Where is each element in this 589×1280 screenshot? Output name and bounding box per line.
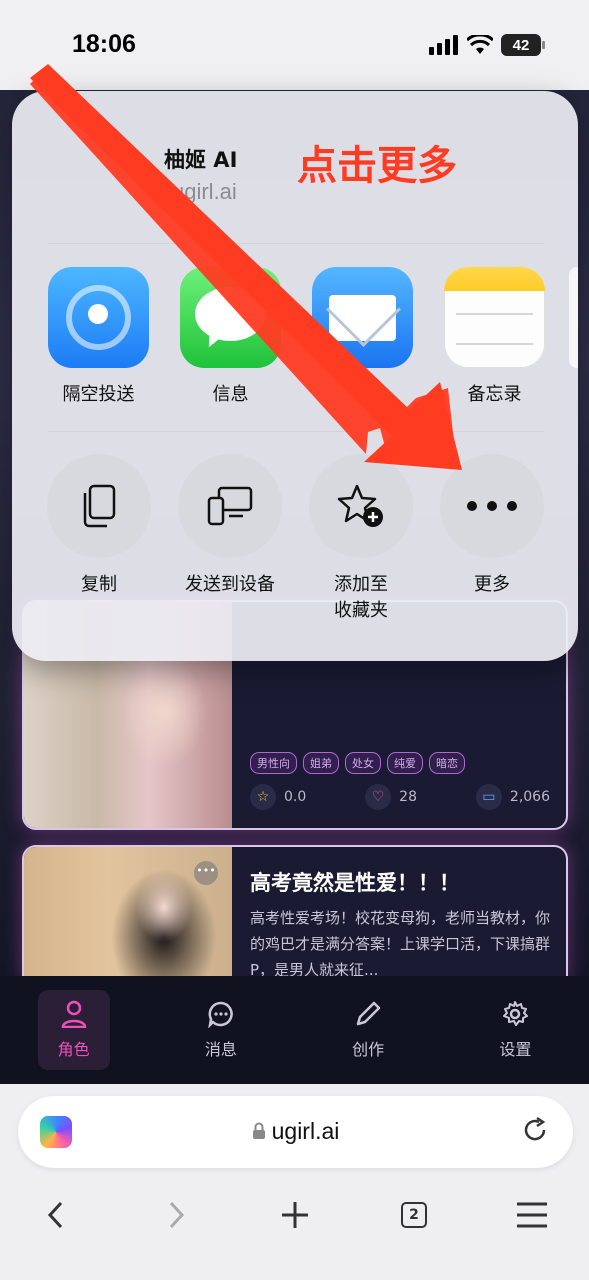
pencil-icon — [356, 1001, 381, 1026]
tabs-button[interactable]: 2 — [401, 1202, 427, 1228]
share-app-peek[interactable] — [569, 267, 578, 368]
share-app-airdrop[interactable]: 隔空投送 — [48, 267, 149, 405]
comments-stat[interactable]: ▭ 2,066 — [475, 784, 550, 810]
action-label: 复制 — [81, 574, 117, 595]
action-label: 添加至 收藏夹 — [334, 572, 388, 624]
heart-icon: ♡ — [365, 784, 392, 810]
share-app-row: 隔空投送 信息 备忘录 — [48, 267, 545, 405]
tag: 男性向 — [250, 752, 297, 774]
tab-label: 创作 — [352, 1040, 385, 1059]
messages-icon — [180, 267, 281, 368]
share-app-notes[interactable]: 备忘录 — [444, 267, 545, 405]
lock-icon — [252, 1122, 265, 1139]
tab-messages[interactable]: 消息 — [185, 990, 257, 1070]
airdrop-icon — [48, 267, 149, 368]
share-title: 柚姬 AI — [164, 148, 238, 172]
rating-stat: ☆ 0.0 — [250, 784, 306, 810]
star-icon: ☆ — [250, 784, 276, 810]
tag: 姐弟 — [303, 752, 339, 774]
divider — [48, 243, 544, 244]
status-icons: 42 — [429, 34, 545, 56]
share-sheet: 柚姬 AI ugirl.ai 点击更多 隔空投送 信息 备忘录 复制 发送到设备… — [12, 91, 578, 661]
tab-label: 角色 — [57, 1040, 90, 1059]
menu-icon[interactable] — [516, 1190, 548, 1242]
wifi-icon — [467, 35, 493, 54]
more-icon — [440, 454, 544, 558]
card-stats: ☆ 0.0 ♡ 28 ▭ 2,066 — [250, 784, 550, 810]
app-label: 隔空投送 — [62, 384, 135, 405]
character-card[interactable]: ••• 高考竟然是性爱！！！ 高考性爱考场！校花变母狗，老师当教材，你的鸡巴才是… — [22, 845, 568, 980]
tab-characters[interactable]: 角色 — [37, 990, 110, 1070]
tag: 纯爱 — [387, 752, 423, 774]
app-tab-bar: 角色 消息 创作 设置 — [0, 976, 589, 1084]
cellular-signal-icon — [429, 35, 458, 55]
tab-create[interactable]: 创作 — [332, 990, 404, 1070]
gear-icon — [503, 1001, 529, 1026]
rating-value: 0.0 — [284, 789, 307, 805]
add-favorite-icon — [309, 454, 413, 558]
forward-icon[interactable] — [166, 1190, 186, 1244]
chat-icon — [208, 1001, 233, 1028]
share-app-messages[interactable]: 信息 — [180, 267, 281, 405]
browser-bottom-bar: ugirl.ai 2 — [0, 1084, 589, 1280]
more-options-icon[interactable]: ••• — [194, 861, 218, 885]
comments-value: 2,066 — [509, 789, 550, 805]
tab-settings[interactable]: 设置 — [479, 990, 551, 1070]
tab-label: 消息 — [204, 1040, 237, 1059]
copy-icon — [47, 454, 151, 558]
send-to-device-icon — [178, 454, 282, 558]
annotation-text: 点击更多 — [297, 143, 457, 189]
battery-icon: 42 — [501, 34, 545, 56]
action-add-favorite[interactable]: 添加至 收藏夹 — [309, 454, 413, 624]
app-label: 备忘录 — [467, 384, 522, 405]
share-app-mail[interactable] — [312, 267, 413, 404]
mail-icon — [312, 267, 413, 368]
url: ugirl.ai — [271, 1118, 340, 1144]
action-send-to-device[interactable]: 发送到设备 — [178, 454, 282, 624]
status-bar: 18:06 42 — [0, 0, 589, 90]
browser-toolbar: 2 — [0, 1190, 589, 1240]
card-description: 高考性爱考场！校花变母狗，老师当教材，你的鸡巴才是满分答案！上课学口活，下课搞群… — [250, 909, 551, 979]
back-icon[interactable] — [46, 1190, 66, 1244]
app-label: 信息 — [212, 384, 249, 405]
likes-value: 28 — [399, 789, 417, 805]
divider — [48, 431, 544, 432]
notes-icon — [444, 267, 545, 368]
reload-icon[interactable] — [521, 1116, 549, 1151]
action-label-line: 添加至 — [334, 574, 388, 595]
address-text: ugirl.ai — [18, 1118, 573, 1145]
action-label: 更多 — [474, 574, 510, 595]
tag-list: 男性向 姐弟 处女 纯爱 暗恋 — [250, 752, 465, 774]
comment-icon: ▭ — [475, 784, 502, 810]
person-icon — [61, 1000, 86, 1028]
status-time: 18:06 — [72, 30, 136, 58]
share-url: ugirl.ai — [172, 179, 237, 204]
action-copy[interactable]: 复制 — [47, 454, 151, 624]
character-image: ••• — [24, 847, 232, 980]
card-title: 高考竟然是性爱！！！ — [250, 871, 460, 895]
action-label: 发送到设备 — [185, 574, 275, 595]
tab-label: 设置 — [499, 1040, 532, 1059]
action-label-line: 收藏夹 — [334, 600, 388, 621]
share-action-row: 复制 发送到设备 添加至 收藏夹 更多 — [47, 454, 544, 624]
likes-stat[interactable]: ♡ 28 — [365, 784, 417, 810]
address-bar[interactable]: ugirl.ai — [18, 1096, 573, 1168]
tag: 处女 — [345, 752, 381, 774]
tag: 暗恋 — [429, 752, 465, 774]
new-tab-icon[interactable] — [280, 1190, 310, 1244]
action-more[interactable]: 更多 — [440, 454, 544, 624]
